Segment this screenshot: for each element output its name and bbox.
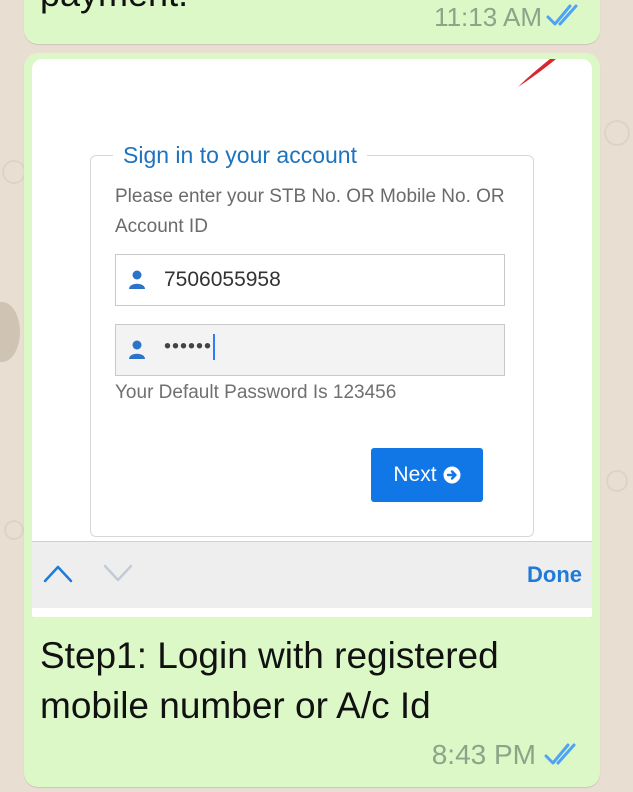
logo-swoosh-icon [518, 59, 556, 87]
wallpaper-shape [0, 302, 20, 362]
image-message-bubble[interactable]: Sign in to your account Please enter you… [24, 53, 600, 787]
wallpaper-doodle [606, 470, 628, 492]
arrow-circle-right-icon [443, 466, 461, 484]
shared-screenshot-image[interactable]: Sign in to your account Please enter you… [32, 59, 592, 617]
password-field[interactable]: •••••• [115, 324, 505, 376]
default-password-note: Your Default Password Is 123456 [115, 382, 397, 403]
user-icon [129, 270, 145, 289]
chevron-down-icon[interactable] [102, 562, 134, 584]
account-id-value: 7506055958 [164, 268, 281, 291]
previous-message-time: 11:13 AM [434, 2, 542, 32]
previous-message-bubble[interactable]: payment. 11:13 AM [24, 0, 600, 44]
form-title: Sign in to your account [113, 142, 367, 168]
image-caption: Step1: Login with registered mobile numb… [40, 635, 499, 726]
account-id-field[interactable]: 7506055958 [115, 254, 505, 306]
message-time: 8:43 PM [431, 739, 536, 770]
double-check-icon [546, 4, 578, 26]
next-button[interactable]: Next [371, 448, 483, 502]
form-instruction: Please enter your STB No. OR Mobile No. … [115, 186, 505, 237]
user-icon [129, 340, 145, 359]
keyboard-toolbar: Done [32, 541, 592, 608]
double-check-icon [544, 743, 576, 765]
chevron-up-icon[interactable] [42, 562, 74, 584]
sign-in-form: Sign in to your account Please enter you… [90, 142, 534, 537]
previous-message-text: payment. [40, 0, 188, 12]
wallpaper-doodle [604, 120, 630, 146]
next-button-label: Next [393, 463, 437, 486]
wallpaper-doodle [2, 160, 26, 184]
done-button[interactable]: Done [527, 562, 582, 588]
wallpaper-doodle [4, 520, 24, 540]
text-caret [213, 334, 216, 360]
password-value: •••••• [164, 334, 216, 360]
